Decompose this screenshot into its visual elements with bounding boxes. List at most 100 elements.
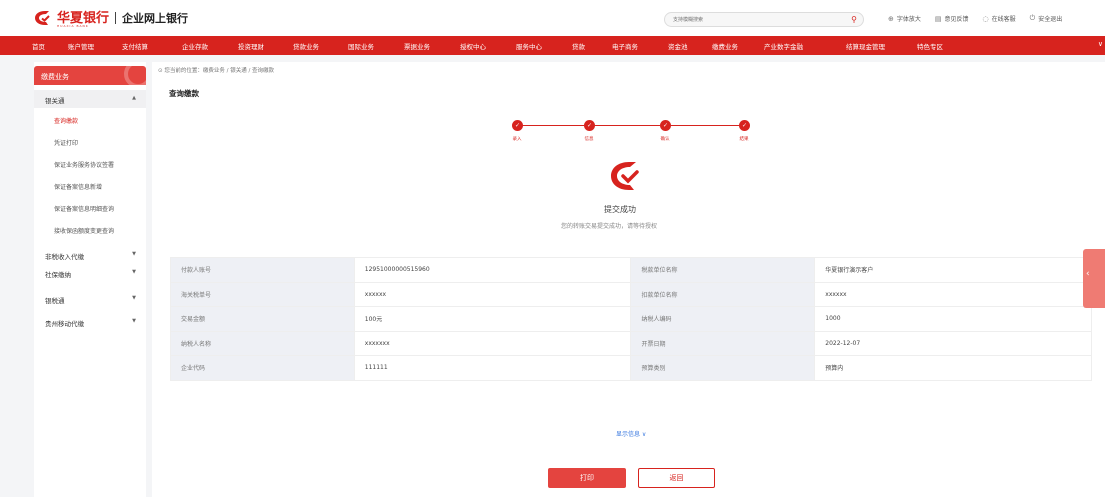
nav-item-investment[interactable]: 投资理财: [238, 41, 264, 51]
nav-item-fee-payment[interactable]: 缴费业务: [712, 41, 738, 51]
table-row: 付款人账号 12951000000515960 税款单位名称 华夏银行演示客户: [170, 257, 1092, 283]
nav-item-cash-management[interactable]: 结算现金管理: [846, 41, 885, 51]
tool-label: 意见反馈: [944, 16, 969, 23]
top-header: 华夏银行 HUAXIA BANK 企业网上银行 ⚲ ⊕ 字体放大 ▤ 意见反馈 …: [0, 0, 1105, 36]
nav-item-deposit[interactable]: 企业存款: [182, 41, 208, 51]
tool-label: 字体放大: [896, 16, 921, 23]
step-label: 结果: [739, 137, 749, 142]
field-label: 交易金额: [170, 306, 355, 332]
field-value: 12951000000515960: [353, 257, 632, 283]
table-row: 交易金额 100元 纳税人编码 1000: [170, 306, 1092, 332]
sidebar-group-social-security[interactable]: 社保缴纳 ▼: [34, 264, 146, 282]
tool-label: 安全退出: [1038, 16, 1063, 23]
feedback-icon: ▤: [934, 14, 942, 23]
field-value: 预算内: [814, 355, 1092, 381]
header-tools: ⊕ 字体放大 ▤ 意见反馈 ◌ 在线客服 ⏻ 安全退出: [888, 14, 1076, 23]
sidebar-group-label: 非税收入代缴: [45, 253, 84, 261]
success-title: 提交成功: [604, 205, 636, 214]
field-value: 1000: [814, 306, 1092, 332]
nav-item-loan-business[interactable]: 贷款业务: [293, 41, 319, 51]
sidebar-group-label: 银税通: [45, 297, 65, 305]
nav-item-home[interactable]: 首页: [32, 41, 45, 51]
search-icon[interactable]: ⚲: [851, 15, 857, 24]
sidebar-group-yinguantong[interactable]: 银关通 ▲: [34, 90, 146, 108]
caret-up-icon: ▲: [132, 95, 136, 101]
app-title: 企业网上银行: [122, 12, 189, 25]
logo-divider: [115, 12, 117, 24]
field-value: 2022-12-07: [814, 330, 1092, 356]
payment-info-table: 付款人账号 12951000000515960 税款单位名称 华夏银行演示客户 …: [170, 257, 1092, 381]
nav-item-authorization[interactable]: 授权中心: [460, 41, 486, 51]
chevron-left-icon: ‹: [1086, 269, 1090, 279]
sidebar-header-label: 缴费业务: [41, 73, 69, 81]
power-icon: ⏻: [1029, 14, 1036, 22]
sidebar-header: 缴费业务: [34, 66, 146, 85]
nav-item-service[interactable]: 服务中心: [516, 41, 542, 51]
sidebar-item-guarantee-new[interactable]: 保证备案信息新增: [54, 182, 102, 191]
field-value: xxxxxxx: [353, 330, 632, 356]
field-label: 扣款单位名称: [630, 281, 816, 307]
main-content: ⊙ 您当前的位置：缴费业务 / 银关通 / 查询缴款 查询缴款 ✓ ✓ ✓ ✓ …: [152, 62, 1105, 497]
success-check-icon: [609, 161, 641, 193]
logout-button[interactable]: ⏻ 安全退出: [1030, 14, 1063, 23]
sidebar-group-guizhou-mobile[interactable]: 贵州移动代缴 ▼: [34, 313, 146, 331]
main-nav: 首页 账户管理 支付结算 企业存款 投资理财 贷款业务 国际业务 票据业务 授权…: [0, 36, 1105, 55]
tool-label: 在线客服: [991, 16, 1016, 23]
check-icon: ✓: [584, 120, 595, 131]
sidebar-group-yinshuitong[interactable]: 银税通 ▼: [34, 290, 146, 308]
step-connector: [595, 125, 660, 126]
table-row: 纳税人名称 xxxxxxx 开票日期 2022-12-07: [170, 330, 1092, 356]
field-label: 开票日期: [630, 330, 816, 356]
magnify-icon: ⊕: [888, 14, 894, 23]
back-button[interactable]: 返回: [638, 468, 715, 488]
nav-item-digital-finance[interactable]: 产业数字金融: [764, 41, 803, 51]
field-label: 纳税人编码: [630, 306, 816, 332]
service-icon: ◌: [982, 14, 989, 23]
step-label: 确认: [660, 137, 670, 142]
table-row: 海关税单号 xxxxxx 扣款单位名称 xxxxxx: [170, 281, 1092, 307]
check-icon: ✓: [739, 120, 750, 131]
nav-item-loan[interactable]: 贷款: [572, 41, 585, 51]
progress-steps: ✓ ✓ ✓ ✓ 录入 信息 确认 结果: [512, 120, 752, 150]
step-label: 信息: [584, 137, 594, 142]
check-icon: ✓: [512, 120, 523, 131]
floating-side-tab[interactable]: ‹: [1083, 249, 1105, 308]
sidebar-item-guarantee-detail[interactable]: 保证备案信息明细查询: [54, 204, 114, 213]
field-value: 111111: [353, 355, 632, 381]
caret-down-icon: ▼: [132, 269, 136, 275]
sidebar-item-guarantee-change[interactable]: 接收保函额度变更查询: [54, 226, 114, 235]
sidebar-item-voucher-print[interactable]: 凭证打印: [54, 138, 78, 147]
feedback-button[interactable]: ▤ 意见反馈: [934, 14, 969, 24]
font-enlarge-button[interactable]: ⊕ 字体放大: [888, 14, 921, 24]
step-label: 录入: [512, 137, 522, 142]
logo-subtext: HUAXIA BANK: [57, 24, 89, 28]
nav-item-international[interactable]: 国际业务: [348, 41, 374, 51]
nav-item-payment[interactable]: 支付结算: [122, 41, 148, 51]
bank-logo[interactable]: 华夏银行 HUAXIA BANK 企业网上银行: [34, 10, 189, 28]
field-label: 纳税人名称: [170, 330, 355, 356]
sidebar-group-label: 社保缴纳: [45, 271, 71, 279]
nav-item-special-zone[interactable]: 特色专区: [917, 41, 943, 51]
logo-icon: [34, 10, 52, 26]
show-more-link[interactable]: 显示信息 ∨: [616, 429, 646, 438]
nav-item-cash-pool[interactable]: 资金池: [668, 41, 688, 51]
sidebar: 缴费业务 银关通 ▲ 查询缴款 凭证打印 保证业务服务协议签署 保证备案信息新增…: [34, 62, 146, 497]
field-label: 付款人账号: [170, 257, 355, 283]
sidebar-group-nontax[interactable]: 非税收入代缴 ▼: [34, 246, 146, 264]
nav-item-ecommerce[interactable]: 电子商务: [612, 41, 638, 51]
decorative-ring-icon: [124, 66, 146, 85]
field-value: 100元: [353, 306, 632, 332]
logo-text: 华夏银行: [57, 10, 110, 26]
online-service-button[interactable]: ◌ 在线客服: [982, 14, 1016, 24]
sidebar-item-query-payment[interactable]: 查询缴款: [54, 116, 78, 125]
caret-down-icon: ▼: [132, 251, 136, 257]
nav-item-bills[interactable]: 票据业务: [404, 41, 430, 51]
print-button[interactable]: 打印: [548, 468, 626, 488]
step-connector: [671, 125, 739, 126]
field-label: 税款单位名称: [630, 257, 816, 283]
success-description: 您的转账交易提交成功，请等待授权: [561, 223, 658, 230]
sidebar-item-guarantee-agreement[interactable]: 保证业务服务协议签署: [54, 160, 114, 169]
nav-item-account[interactable]: 账户管理: [68, 41, 94, 51]
search-input[interactable]: [673, 13, 833, 26]
chevron-down-icon[interactable]: ∨: [1098, 40, 1103, 48]
